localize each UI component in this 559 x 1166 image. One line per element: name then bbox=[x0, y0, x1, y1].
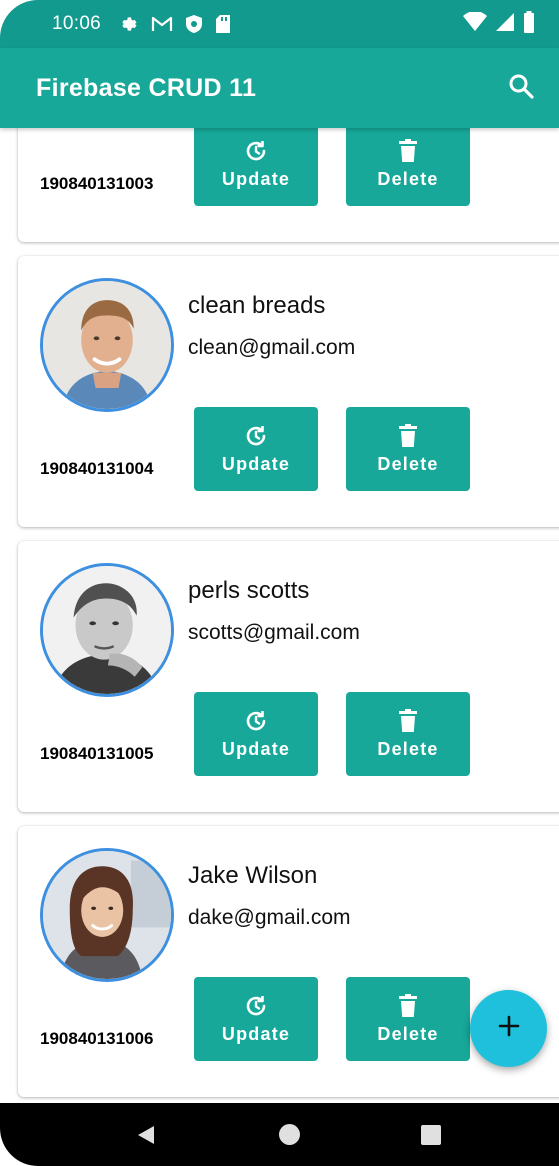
update-button[interactable]: Update bbox=[194, 407, 318, 491]
settings-icon bbox=[119, 14, 139, 34]
update-icon bbox=[244, 994, 268, 1018]
student-card: perls scotts scotts@gmail.com 1908401310… bbox=[18, 541, 559, 812]
home-icon[interactable] bbox=[279, 1124, 300, 1145]
status-bar: 10:06 bbox=[0, 0, 559, 48]
back-icon[interactable] bbox=[136, 1125, 156, 1150]
update-icon bbox=[244, 424, 268, 448]
app-title: Firebase CRUD 11 bbox=[36, 73, 257, 102]
add-student-button[interactable] bbox=[470, 990, 547, 1067]
wifi-icon bbox=[463, 10, 487, 37]
status-time: 10:06 bbox=[52, 13, 102, 34]
delete-label: Delete bbox=[377, 168, 439, 189]
shield-icon bbox=[185, 14, 203, 34]
student-email: scotts@gmail.com bbox=[188, 621, 360, 644]
search-button[interactable] bbox=[501, 68, 541, 108]
update-icon bbox=[244, 139, 268, 163]
student-email: clean@gmail.com bbox=[188, 336, 356, 359]
sd-card-icon bbox=[215, 14, 231, 34]
trash-icon bbox=[398, 993, 418, 1018]
update-label: Update bbox=[221, 168, 291, 189]
delete-button[interactable]: Delete bbox=[346, 977, 470, 1061]
signal-icon bbox=[495, 12, 515, 37]
delete-label: Delete bbox=[377, 738, 439, 759]
delete-button[interactable]: Delete bbox=[346, 407, 470, 491]
trash-icon bbox=[398, 423, 418, 448]
student-card: 190840131003 Update Delete bbox=[18, 128, 559, 242]
plus-icon bbox=[496, 1013, 522, 1044]
student-card: Jake Wilson dake@gmail.com 190840131006 … bbox=[18, 826, 559, 1097]
delete-button[interactable]: Delete bbox=[346, 692, 470, 776]
update-label: Update bbox=[221, 453, 291, 474]
roll-number: 190840131005 bbox=[40, 744, 154, 763]
trash-icon bbox=[398, 138, 418, 163]
update-label: Update bbox=[221, 1023, 291, 1044]
delete-button[interactable]: Delete bbox=[346, 128, 470, 206]
search-icon bbox=[508, 73, 534, 104]
recent-apps-icon[interactable] bbox=[421, 1125, 441, 1145]
phone-screen: 10:06 Firebase CRUD 11 190840131003 Upda… bbox=[0, 0, 559, 1166]
student-card: clean breads clean@gmail.com 19084013100… bbox=[18, 256, 559, 527]
update-button[interactable]: Update bbox=[194, 692, 318, 776]
delete-label: Delete bbox=[377, 453, 439, 474]
gmail-icon bbox=[151, 15, 173, 33]
roll-number: 190840131004 bbox=[40, 459, 154, 478]
update-icon bbox=[244, 709, 268, 733]
update-label: Update bbox=[221, 738, 291, 759]
roll-number: 190840131006 bbox=[40, 1029, 154, 1048]
delete-label: Delete bbox=[377, 1023, 439, 1044]
student-email: dake@gmail.com bbox=[188, 906, 351, 929]
student-list[interactable]: 190840131003 Update Delete clean breads … bbox=[0, 128, 559, 1103]
student-name: Jake Wilson bbox=[188, 862, 318, 889]
update-button[interactable]: Update bbox=[194, 977, 318, 1061]
trash-icon bbox=[398, 708, 418, 733]
roll-number: 190840131003 bbox=[40, 174, 154, 193]
battery-icon bbox=[523, 10, 535, 38]
student-name: perls scotts bbox=[188, 577, 310, 604]
avatar bbox=[40, 848, 174, 982]
avatar bbox=[40, 563, 174, 697]
system-nav-bar bbox=[0, 1103, 559, 1166]
student-name: clean breads bbox=[188, 292, 326, 319]
update-button[interactable]: Update bbox=[194, 128, 318, 206]
app-bar: Firebase CRUD 11 bbox=[0, 48, 559, 128]
avatar bbox=[40, 278, 174, 412]
